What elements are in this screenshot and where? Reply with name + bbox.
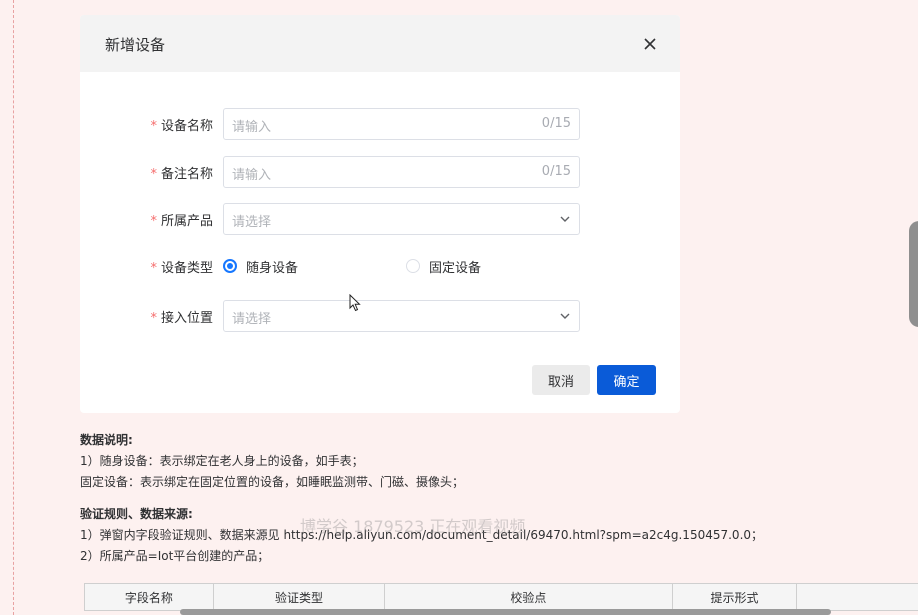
remark-name-label: * 备注名称: [150, 163, 213, 182]
radio-portable-device[interactable]: 随身设备: [223, 257, 299, 276]
horizontal-scrollbar[interactable]: [180, 609, 831, 615]
rules-notes-line-2: 2）所属产品=Iot平台创建的产品；: [80, 549, 270, 563]
table-header-cell: 字段名称: [85, 584, 214, 610]
side-panel-handle[interactable]: [909, 221, 918, 327]
table-header-cell: [797, 584, 918, 610]
remark-name-char-count: 0/15: [541, 164, 571, 179]
radio-unchecked-icon: [406, 259, 420, 273]
remark-name-placeholder: 请输入: [232, 168, 272, 183]
device-name-label-text: 设备名称: [160, 119, 213, 134]
video-watermark: 博学谷 1879523 正在观看视频: [300, 517, 526, 536]
device-type-label: * 设备类型: [150, 257, 213, 276]
location-label-text: 接入位置: [160, 311, 213, 326]
remark-name-input[interactable]: 请输入 0/15: [223, 156, 580, 188]
table-header-cell: 提示形式: [673, 584, 798, 610]
required-mark: *: [150, 214, 157, 229]
table-header-cell: 验证类型: [214, 584, 386, 610]
data-notes-title: 数据说明:: [80, 433, 133, 447]
confirm-button[interactable]: 确定: [597, 365, 656, 395]
form-row-location: * 接入位置 请选择: [80, 300, 680, 332]
chevron-down-icon: [560, 313, 570, 319]
rules-notes-title: 验证规则、数据来源:: [80, 507, 193, 521]
data-notes-line-1: 1）随身设备：表示绑定在老人身上的设备，如手表；: [80, 454, 364, 468]
device-type-label-text: 设备类型: [160, 261, 213, 276]
radio-portable-label: 随身设备: [246, 260, 299, 276]
location-placeholder: 请选择: [232, 312, 272, 327]
radio-checked-icon: [223, 259, 237, 273]
table-header-cell: 校验点: [385, 584, 673, 610]
form-row-device-name: * 设备名称 请输入 0/15: [80, 108, 680, 140]
dialog-title: 新增设备: [105, 36, 166, 54]
product-label: * 所属产品: [150, 210, 213, 229]
remark-name-label-text: 备注名称: [160, 167, 213, 182]
chevron-down-icon: [560, 216, 570, 222]
data-notes-line-2: 固定设备：表示绑定在固定位置的设备，如睡眠监测带、门磁、摄像头；: [80, 475, 465, 489]
required-mark: *: [150, 261, 157, 276]
form-row-device-type: * 设备类型 随身设备 固定设备: [80, 250, 680, 282]
dialog-header: 新增设备: [80, 15, 680, 72]
form-row-remark-name: * 备注名称 请输入 0/15: [80, 156, 680, 188]
form-row-product: * 所属产品 请选择: [80, 203, 680, 235]
product-placeholder: 请选择: [232, 215, 272, 230]
required-mark: *: [150, 311, 157, 326]
product-select[interactable]: 请选择: [223, 203, 580, 235]
mouse-cursor-icon: [349, 294, 361, 312]
location-select[interactable]: 请选择: [223, 300, 580, 332]
radio-fixed-device[interactable]: 固定设备: [406, 257, 482, 276]
device-name-input[interactable]: 请输入 0/15: [223, 108, 580, 140]
add-device-dialog: 新增设备 * 设备名称 请输入 0/15 * 备注名称 请输入 0/15 * 所属产品…: [80, 15, 680, 413]
required-mark: *: [150, 167, 157, 182]
page-left-border: [13, 0, 14, 615]
device-name-placeholder: 请输入: [232, 120, 272, 135]
cancel-button[interactable]: 取消: [532, 365, 590, 395]
product-label-text: 所属产品: [160, 214, 213, 229]
location-label: * 接入位置: [150, 307, 213, 326]
radio-fixed-label: 固定设备: [429, 260, 482, 276]
table-header: 字段名称 验证类型 校验点 提示形式: [84, 583, 918, 611]
close-icon[interactable]: [642, 36, 658, 52]
device-name-char-count: 0/15: [541, 116, 571, 131]
required-mark: *: [150, 119, 157, 134]
device-name-label: * 设备名称: [150, 115, 213, 134]
